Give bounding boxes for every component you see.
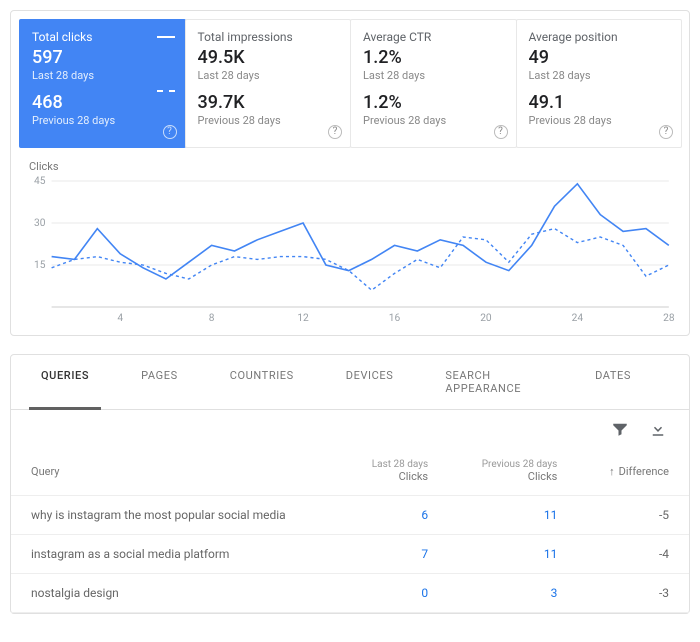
svg-text:16: 16 [389, 313, 401, 324]
metric-period: Last 28 days [32, 69, 173, 82]
metric-prev-period: Previous 28 days [32, 114, 173, 127]
metric-card[interactable]: Total impressions 49.5KLast 28 days 39.7KP… [185, 19, 352, 148]
metric-value: 49 [529, 47, 670, 68]
cell-diff: -5 [577, 496, 689, 535]
help-icon[interactable]: ? [659, 125, 673, 139]
svg-text:15: 15 [34, 260, 46, 271]
cell-diff: -4 [577, 535, 689, 574]
download-icon[interactable] [649, 420, 667, 441]
metric-value: 49.5K [198, 47, 339, 68]
clicks-line-chart: 15 30 45 4 8 12 16 20 24 28 [23, 175, 677, 325]
svg-text:12: 12 [297, 313, 309, 324]
metric-prev-value: 39.7K [198, 92, 339, 113]
tabs: QUERIES PAGES COUNTRIES DEVICES SEARCH APPEA… [11, 355, 689, 410]
metric-card[interactable]: Average position 49Last 28 days 49.1Previo… [516, 19, 683, 148]
metric-title: Total impressions [198, 30, 339, 44]
metric-card[interactable]: Average CTR1.2%Last 28 days1.2%Previous … [350, 19, 517, 148]
tab-search-appearance[interactable]: SEARCH APPEARANCE [433, 355, 555, 409]
cell-query: nostalgia design [11, 574, 340, 613]
filter-icon[interactable] [611, 420, 629, 441]
metric-title: Average position [529, 30, 670, 44]
svg-text:28: 28 [663, 313, 675, 324]
svg-text:4: 4 [117, 313, 123, 324]
chart-area: Clicks 15 30 45 4 8 12 16 20 24 28 [11, 156, 689, 335]
metric-value: 1.2% [363, 47, 504, 68]
metric-prev-period: Previous 28 days [529, 114, 670, 127]
tab-queries[interactable]: QUERIES [29, 355, 101, 410]
metric-period: Last 28 days [529, 69, 670, 82]
cell-prev: 3 [448, 574, 577, 613]
tab-devices[interactable]: DEVICES [334, 355, 406, 409]
cell-last: 6 [340, 496, 448, 535]
cell-query: instagram as a social media platform [11, 535, 340, 574]
tab-dates[interactable]: DATES [583, 355, 643, 409]
cell-prev: 11 [448, 535, 577, 574]
svg-text:8: 8 [209, 313, 215, 324]
svg-text:20: 20 [480, 313, 492, 324]
help-icon[interactable]: ? [163, 125, 177, 139]
sort-asc-icon [609, 465, 619, 478]
metric-prev-value: 1.2% [363, 92, 504, 113]
cell-last: 0 [340, 574, 448, 613]
col-last28-clicks[interactable]: Last 28 days Clicks [340, 447, 448, 496]
metric-title: Total clicks [32, 30, 173, 44]
metric-prev-period: Previous 28 days [198, 114, 339, 127]
metric-value: 597 [32, 47, 173, 68]
table-row[interactable]: nostalgia design03-3 [11, 574, 689, 613]
cell-prev: 11 [448, 496, 577, 535]
chart-title: Clicks [29, 160, 677, 173]
table-toolbar [11, 410, 689, 447]
col-difference[interactable]: Difference [577, 447, 689, 496]
metric-row: Total clicks597Last 28 days468Previous 2… [11, 11, 689, 156]
metric-period: Last 28 days [198, 69, 339, 82]
metric-prev-period: Previous 28 days [363, 114, 504, 127]
tab-countries[interactable]: COUNTRIES [218, 355, 306, 409]
help-icon[interactable]: ? [328, 125, 342, 139]
table-row[interactable]: instagram as a social media platform711-… [11, 535, 689, 574]
legend-dashed-icon [157, 90, 175, 92]
metric-prev-value: 49.1 [529, 92, 670, 113]
help-icon[interactable]: ? [494, 125, 508, 139]
tab-pages[interactable]: PAGES [129, 355, 190, 409]
col-prev28-clicks[interactable]: Previous 28 days Clicks [448, 447, 577, 496]
metric-prev-value: 468 [32, 92, 173, 113]
metric-title: Average CTR [363, 30, 504, 44]
queries-card: QUERIES PAGES COUNTRIES DEVICES SEARCH APPEA… [10, 354, 690, 614]
performance-card: Total clicks597Last 28 days468Previous 2… [10, 10, 690, 336]
col-query[interactable]: Query [11, 447, 340, 496]
queries-table: Query Last 28 days Clicks Previous 28 da… [11, 447, 689, 613]
svg-text:30: 30 [34, 218, 46, 229]
cell-diff: -3 [577, 574, 689, 613]
legend-solid-icon [157, 36, 175, 38]
metric-card[interactable]: Total clicks 597Last 28 days 468Previous 2… [19, 19, 186, 148]
cell-query: why is instagram the most popular social… [11, 496, 340, 535]
cell-last: 7 [340, 535, 448, 574]
metric-period: Last 28 days [363, 69, 504, 82]
svg-text:45: 45 [34, 176, 46, 187]
table-row[interactable]: why is instagram the most popular social… [11, 496, 689, 535]
svg-text:24: 24 [572, 313, 584, 324]
